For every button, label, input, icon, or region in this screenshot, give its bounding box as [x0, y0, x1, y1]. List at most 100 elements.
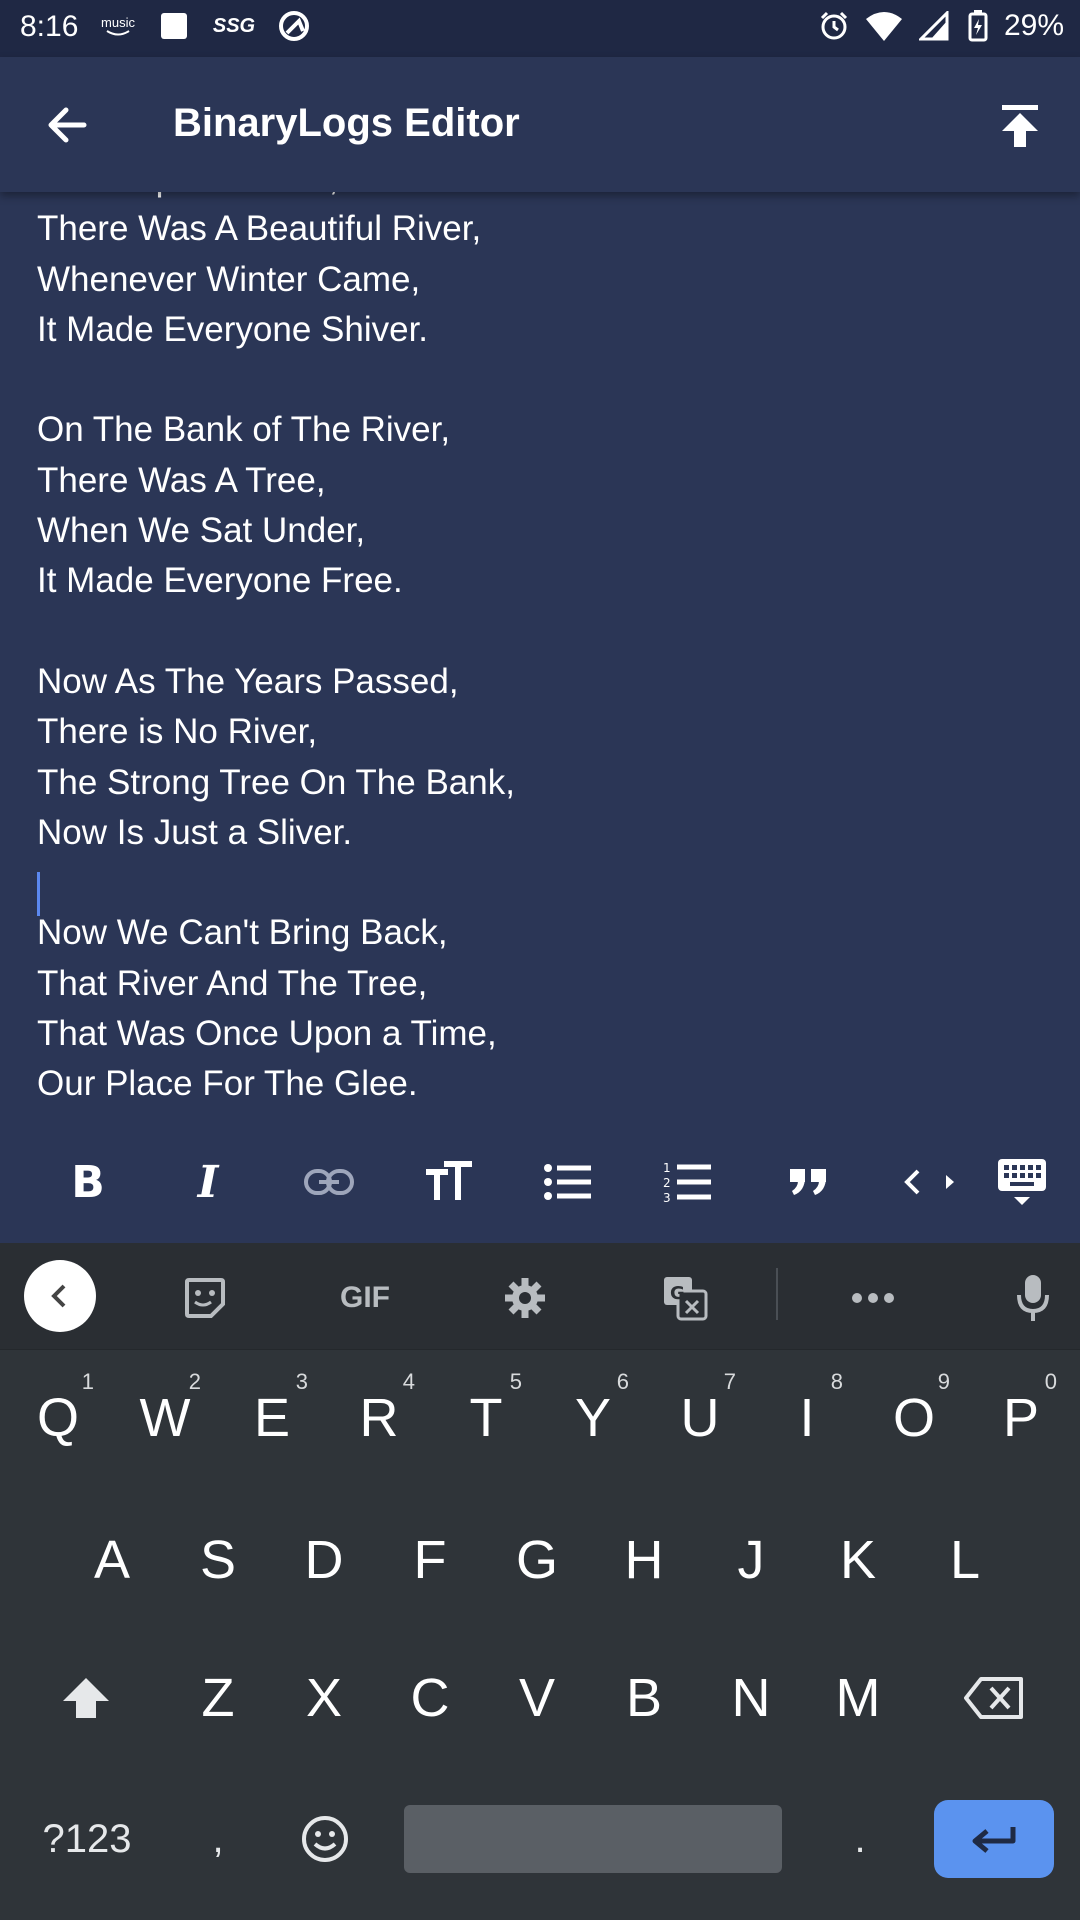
- key-w[interactable]: W2: [115, 1363, 215, 1473]
- microphone-icon: [1017, 1275, 1049, 1321]
- key-t[interactable]: T5: [436, 1363, 536, 1473]
- editor-line[interactable]: Whenever Winter Came,: [37, 255, 515, 305]
- editor-line[interactable]: [37, 355, 515, 405]
- alarm-icon: [816, 8, 852, 44]
- upload-top-icon: [1002, 105, 1038, 147]
- more-icon: [852, 1293, 894, 1303]
- symbols-key[interactable]: ?123: [32, 1784, 142, 1894]
- key-z[interactable]: Z: [168, 1643, 268, 1753]
- key-p[interactable]: P0: [971, 1363, 1071, 1473]
- editor-line[interactable]: Now We Can't Bring Back,: [37, 908, 515, 958]
- editor-line[interactable]: There is No River,: [37, 707, 515, 757]
- wifi-icon: [865, 8, 902, 44]
- editor-line[interactable]: There Was A Tree,: [37, 456, 515, 506]
- editor-line[interactable]: That River And The Tree,: [37, 959, 515, 1009]
- voice-input-button[interactable]: [998, 1263, 1068, 1333]
- editor-line[interactable]: It Made Everyone Free.: [37, 556, 515, 606]
- gif-button[interactable]: GIF: [330, 1263, 400, 1333]
- period-key[interactable]: .: [810, 1784, 910, 1894]
- key-r[interactable]: R4: [329, 1363, 429, 1473]
- key-u[interactable]: U7: [650, 1363, 750, 1473]
- key-l[interactable]: L: [915, 1505, 1015, 1615]
- key-n[interactable]: N: [701, 1643, 801, 1753]
- key-b[interactable]: B: [594, 1643, 694, 1753]
- text-editor[interactable]: Once Upon a Time, There Was A Beautiful …: [0, 192, 1080, 1110]
- settings-icon: [505, 1278, 545, 1318]
- text-size-button[interactable]: [419, 1152, 479, 1212]
- editor-line[interactable]: There Was A Beautiful River,: [37, 204, 515, 254]
- key-d[interactable]: D: [274, 1505, 374, 1615]
- editor-line[interactable]: That Was Once Upon a Time,: [37, 1009, 515, 1059]
- back-button[interactable]: [36, 93, 100, 157]
- more-button[interactable]: [838, 1263, 908, 1333]
- svg-text:2: 2: [663, 1176, 671, 1190]
- editor-line[interactable]: It Made Everyone Shiver.: [37, 305, 515, 355]
- quote-button[interactable]: [778, 1152, 838, 1212]
- toolbar-divider: [776, 1268, 778, 1320]
- key-v[interactable]: V: [487, 1643, 587, 1753]
- space-key[interactable]: [404, 1805, 782, 1873]
- key-k[interactable]: K: [808, 1505, 908, 1615]
- numbered-list-button[interactable]: 123: [658, 1152, 718, 1212]
- translate-button[interactable]: G: [650, 1263, 720, 1333]
- bold-button[interactable]: B: [58, 1152, 118, 1212]
- code-icon: [904, 1169, 954, 1195]
- key-a[interactable]: A: [62, 1505, 162, 1615]
- key-m[interactable]: M: [808, 1643, 908, 1753]
- editor-line[interactable]: [37, 607, 515, 657]
- keyboard-settings-button[interactable]: [490, 1263, 560, 1333]
- editor-line[interactable]: Our Place For The Glee.: [37, 1059, 515, 1109]
- editor-line[interactable]: Now As The Years Passed,: [37, 657, 515, 707]
- shift-key[interactable]: [36, 1643, 136, 1753]
- translate-icon: G: [664, 1277, 708, 1321]
- key-s[interactable]: S: [168, 1505, 268, 1615]
- collapse-toolbar-button[interactable]: [24, 1260, 96, 1332]
- editor-line[interactable]: On The Bank of The River,: [37, 405, 515, 455]
- italic-button[interactable]: I: [178, 1152, 238, 1212]
- key-e[interactable]: E3: [222, 1363, 322, 1473]
- editor-line[interactable]: When We Sat Under,: [37, 506, 515, 556]
- key-c[interactable]: C: [380, 1643, 480, 1753]
- key-h[interactable]: H: [594, 1505, 694, 1615]
- backspace-key[interactable]: [944, 1643, 1044, 1753]
- chevron-left-icon: [51, 1284, 66, 1308]
- key-j[interactable]: J: [701, 1505, 801, 1615]
- editor-line[interactable]: Once Upon a Time,: [37, 192, 515, 204]
- key-x[interactable]: X: [274, 1643, 374, 1753]
- scroll-to-top-button[interactable]: [988, 93, 1052, 157]
- link-icon: [304, 1169, 354, 1195]
- signal-icon: [916, 8, 952, 44]
- shift-icon: [63, 1678, 109, 1718]
- link-button[interactable]: [299, 1152, 359, 1212]
- text-cursor: [37, 872, 40, 916]
- sticker-button[interactable]: [170, 1263, 240, 1333]
- page-title: BinaryLogs Editor: [173, 101, 520, 145]
- svg-text:3: 3: [663, 1191, 671, 1204]
- key-o[interactable]: O9: [864, 1363, 964, 1473]
- key-i[interactable]: I8: [757, 1363, 857, 1473]
- editor-line[interactable]: [37, 858, 515, 908]
- editor-line[interactable]: Now Is Just a Sliver.: [37, 808, 515, 858]
- code-button[interactable]: [900, 1152, 964, 1212]
- key-g[interactable]: G: [487, 1505, 587, 1615]
- key-q[interactable]: Q1: [8, 1363, 108, 1473]
- status-bar: 8:16 music SSG 29%: [0, 0, 1080, 57]
- comma-key[interactable]: ,: [168, 1784, 268, 1894]
- emoji-key[interactable]: [275, 1784, 375, 1894]
- arrow-left-icon: [48, 107, 87, 143]
- format-toolbar: B I 123: [0, 1130, 1080, 1235]
- bullet-list-button[interactable]: [538, 1152, 598, 1212]
- svg-text:1: 1: [663, 1161, 671, 1175]
- key-y[interactable]: Y6: [543, 1363, 643, 1473]
- hide-keyboard-button[interactable]: [990, 1152, 1054, 1212]
- key-f[interactable]: F: [380, 1505, 480, 1615]
- text-size-icon: [426, 1161, 472, 1200]
- battery-icon: [966, 8, 990, 44]
- enter-key[interactable]: [934, 1800, 1054, 1878]
- battery-percent: 29%: [1003, 9, 1064, 42]
- gif-icon: GIF: [340, 1281, 390, 1314]
- enter-icon: [972, 1827, 1016, 1853]
- keyboard-toolbar: GIF G: [0, 1243, 1080, 1350]
- editor-line[interactable]: The Strong Tree On The Bank,: [37, 758, 515, 808]
- amazon-music-icon: music: [100, 8, 136, 44]
